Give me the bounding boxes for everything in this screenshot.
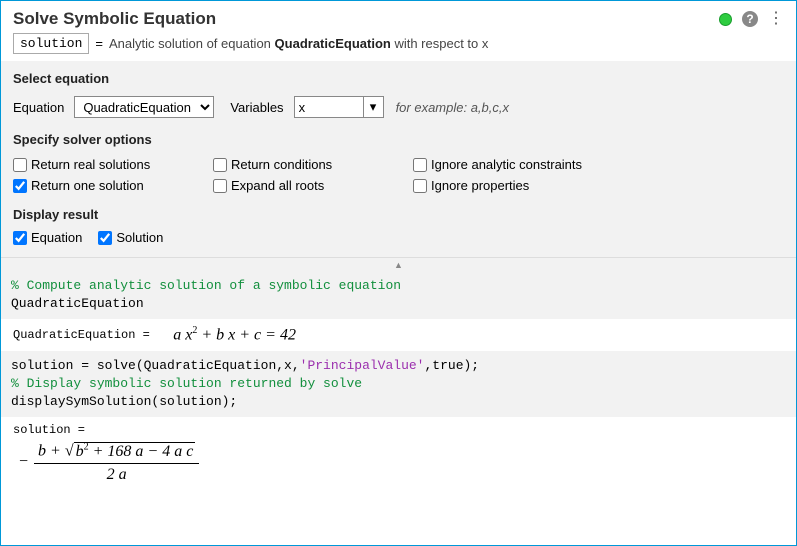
option-return-one[interactable]: Return one solution	[13, 178, 213, 193]
desc-prefix: Analytic solution of equation	[109, 36, 271, 51]
desc-eqname: QuadraticEquation	[275, 36, 391, 51]
dropdown-arrow-icon[interactable]: ▾	[363, 97, 383, 117]
solution-label: solution =	[13, 423, 784, 437]
status-indicator-icon	[719, 13, 732, 26]
equation-select[interactable]: QuadraticEquation	[74, 96, 214, 118]
option-ignore-properties[interactable]: Ignore properties	[413, 178, 663, 193]
checkbox-return-one[interactable]	[13, 179, 27, 193]
option-return-real[interactable]: Return real solutions	[13, 157, 213, 172]
variables-label: Variables	[230, 100, 283, 115]
variables-combobox[interactable]: ▾	[294, 96, 384, 118]
select-equation-title: Select equation	[13, 71, 784, 86]
checkbox-display-solution[interactable]	[98, 231, 112, 245]
code-comment-2: % Display symbolic solution returned by …	[11, 376, 362, 391]
option-expand-roots[interactable]: Expand all roots	[213, 178, 413, 193]
checkbox-display-equation[interactable]	[13, 231, 27, 245]
equation-lhs: QuadraticEquation =	[13, 328, 150, 342]
checkbox-ignore-properties[interactable]	[413, 179, 427, 193]
checkbox-return-conditions[interactable]	[213, 158, 227, 172]
equals-sign: =	[95, 36, 103, 51]
display-result-title: Display result	[13, 207, 784, 222]
output-variable-pill: solution	[13, 33, 89, 54]
kebab-menu-icon[interactable]: ⋮	[768, 11, 784, 27]
solution-fraction: b + √b2 + 168 a − 4 a c 2 a	[34, 441, 199, 483]
equation-rhs: a x2 + b x + c = 42	[173, 325, 296, 344]
equation-output: QuadraticEquation = a x2 + b x + c = 42	[1, 319, 796, 350]
option-return-conditions[interactable]: Return conditions	[213, 157, 413, 172]
code-line-display: displaySymSolution(solution);	[11, 394, 237, 409]
equation-label: Equation	[13, 100, 64, 115]
variables-input[interactable]	[299, 100, 359, 115]
variables-example: for example: a,b,c,x	[396, 100, 509, 115]
task-title: Solve Symbolic Equation	[13, 9, 719, 29]
collapse-toggle[interactable]: ▲	[1, 257, 796, 271]
code-block-1: % Compute analytic solution of a symboli…	[1, 271, 796, 319]
task-header: Solve Symbolic Equation ? ⋮ solution = A…	[1, 1, 796, 61]
display-solution-option[interactable]: Solution	[98, 230, 163, 245]
checkbox-expand-roots[interactable]	[213, 179, 227, 193]
code-line-eqname: QuadraticEquation	[11, 296, 144, 311]
option-ignore-analytic[interactable]: Ignore analytic constraints	[413, 157, 663, 172]
display-equation-option[interactable]: Equation	[13, 230, 82, 245]
solver-options-grid: Return real solutions Return conditions …	[13, 157, 784, 193]
desc-suffix: with respect to x	[394, 36, 488, 51]
config-section: Select equation Equation QuadraticEquati…	[1, 61, 796, 257]
code-block-2: solution = solve(QuadraticEquation,x,'Pr…	[1, 351, 796, 418]
code-comment-1: % Compute analytic solution of a symboli…	[11, 278, 401, 293]
solution-output: solution = − b + √b2 + 168 a − 4 a c 2 a	[1, 417, 796, 491]
checkbox-return-real[interactable]	[13, 158, 27, 172]
checkbox-ignore-analytic[interactable]	[413, 158, 427, 172]
help-icon[interactable]: ?	[742, 11, 758, 27]
solver-options-title: Specify solver options	[13, 132, 784, 147]
